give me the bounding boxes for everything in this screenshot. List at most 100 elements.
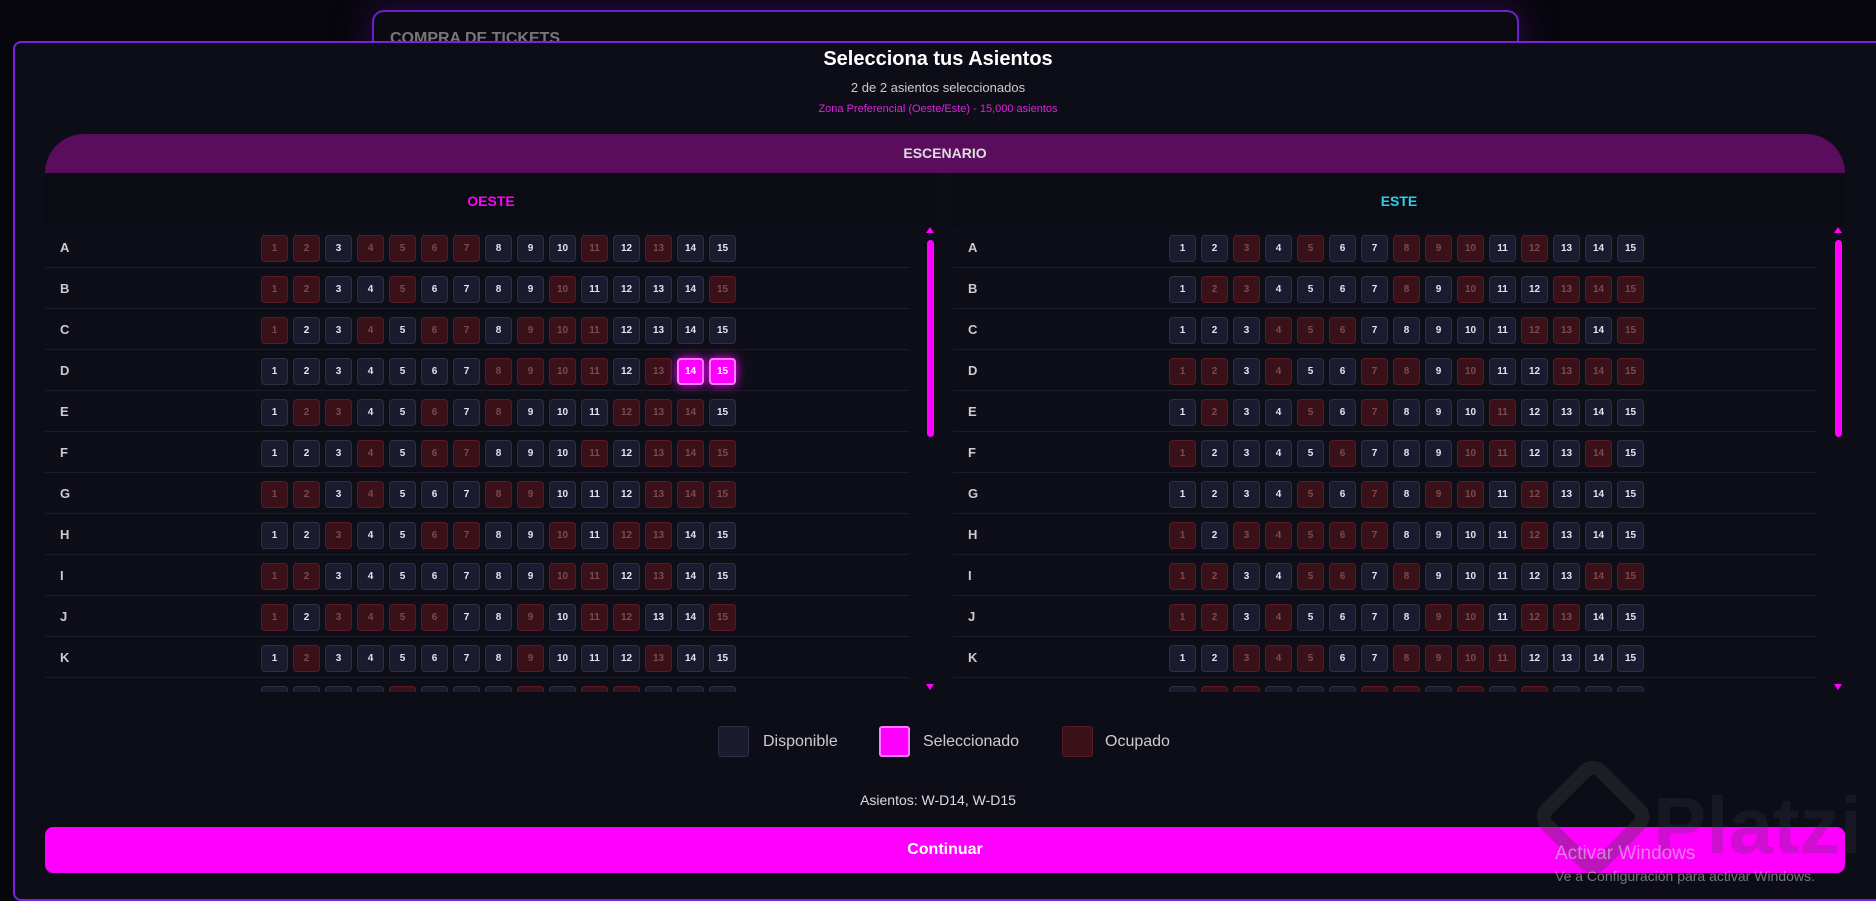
seat-west-b7-available[interactable]: 7 xyxy=(453,276,480,303)
seat-east-h9-available[interactable]: 9 xyxy=(1425,522,1452,549)
seat-west-f5-available[interactable]: 5 xyxy=(389,440,416,467)
seat-east-a4-available[interactable]: 4 xyxy=(1265,235,1292,262)
seat-east-b7-available[interactable]: 7 xyxy=(1361,276,1388,303)
seat-west-f3-available[interactable]: 3 xyxy=(325,440,352,467)
seat-east-k1-available[interactable]: 1 xyxy=(1169,645,1196,672)
scrollbar-west[interactable] xyxy=(926,225,935,692)
seat-west-f8-available[interactable]: 8 xyxy=(485,440,512,467)
seat-west-c8-available[interactable]: 8 xyxy=(485,317,512,344)
seat-west-a3-available[interactable]: 3 xyxy=(325,235,352,262)
seat-west-i14-available[interactable]: 14 xyxy=(677,563,704,590)
seat-west-l3-available[interactable]: 3 xyxy=(325,686,352,692)
seat-west-f1-available[interactable]: 1 xyxy=(261,440,288,467)
seat-east-e12-available[interactable]: 12 xyxy=(1521,399,1548,426)
seat-west-k6-available[interactable]: 6 xyxy=(421,645,448,672)
seat-west-h11-available[interactable]: 11 xyxy=(581,522,608,549)
seat-east-i7-available[interactable]: 7 xyxy=(1361,563,1388,590)
seat-west-c2-available[interactable]: 2 xyxy=(293,317,320,344)
seat-west-l13-available[interactable]: 13 xyxy=(645,686,672,692)
seat-west-e15-available[interactable]: 15 xyxy=(709,399,736,426)
seat-west-f9-available[interactable]: 9 xyxy=(517,440,544,467)
seat-west-k8-available[interactable]: 8 xyxy=(485,645,512,672)
seat-east-d6-available[interactable]: 6 xyxy=(1329,358,1356,385)
seat-west-b12-available[interactable]: 12 xyxy=(613,276,640,303)
seat-east-h13-available[interactable]: 13 xyxy=(1553,522,1580,549)
seat-east-h8-available[interactable]: 8 xyxy=(1393,522,1420,549)
seat-west-e9-available[interactable]: 9 xyxy=(517,399,544,426)
seat-west-e7-available[interactable]: 7 xyxy=(453,399,480,426)
seat-west-b8-available[interactable]: 8 xyxy=(485,276,512,303)
seat-west-k14-available[interactable]: 14 xyxy=(677,645,704,672)
seat-east-k6-available[interactable]: 6 xyxy=(1329,645,1356,672)
seat-east-i9-available[interactable]: 9 xyxy=(1425,563,1452,590)
seat-west-d12-available[interactable]: 12 xyxy=(613,358,640,385)
seat-west-k7-available[interactable]: 7 xyxy=(453,645,480,672)
seat-west-g10-available[interactable]: 10 xyxy=(549,481,576,508)
seat-west-h4-available[interactable]: 4 xyxy=(357,522,384,549)
seat-west-i15-available[interactable]: 15 xyxy=(709,563,736,590)
seat-east-j6-available[interactable]: 6 xyxy=(1329,604,1356,631)
seat-west-e11-available[interactable]: 11 xyxy=(581,399,608,426)
seat-east-i10-available[interactable]: 10 xyxy=(1457,563,1484,590)
seat-east-h11-available[interactable]: 11 xyxy=(1489,522,1516,549)
seat-east-a6-available[interactable]: 6 xyxy=(1329,235,1356,262)
seat-east-f13-available[interactable]: 13 xyxy=(1553,440,1580,467)
seat-west-i9-available[interactable]: 9 xyxy=(517,563,544,590)
seat-east-c1-available[interactable]: 1 xyxy=(1169,317,1196,344)
seat-east-l5-available[interactable]: 5 xyxy=(1297,686,1324,692)
seat-east-c8-available[interactable]: 8 xyxy=(1393,317,1420,344)
seat-west-k5-available[interactable]: 5 xyxy=(389,645,416,672)
seat-east-a7-available[interactable]: 7 xyxy=(1361,235,1388,262)
seat-west-j7-available[interactable]: 7 xyxy=(453,604,480,631)
seat-west-b14-available[interactable]: 14 xyxy=(677,276,704,303)
seat-west-d3-available[interactable]: 3 xyxy=(325,358,352,385)
seat-west-h15-available[interactable]: 15 xyxy=(709,522,736,549)
seat-west-j14-available[interactable]: 14 xyxy=(677,604,704,631)
seat-west-l4-available[interactable]: 4 xyxy=(357,686,384,692)
seat-west-h9-available[interactable]: 9 xyxy=(517,522,544,549)
seat-west-k12-available[interactable]: 12 xyxy=(613,645,640,672)
seat-west-e4-available[interactable]: 4 xyxy=(357,399,384,426)
seat-west-h1-available[interactable]: 1 xyxy=(261,522,288,549)
seat-east-f3-available[interactable]: 3 xyxy=(1233,440,1260,467)
seat-east-h10-available[interactable]: 10 xyxy=(1457,522,1484,549)
seat-west-d15-selected[interactable]: 15 xyxy=(709,358,736,385)
seat-east-e3-available[interactable]: 3 xyxy=(1233,399,1260,426)
seat-west-i6-available[interactable]: 6 xyxy=(421,563,448,590)
seat-east-a2-available[interactable]: 2 xyxy=(1201,235,1228,262)
seat-east-k15-available[interactable]: 15 xyxy=(1617,645,1644,672)
seat-west-b13-available[interactable]: 13 xyxy=(645,276,672,303)
seat-east-b5-available[interactable]: 5 xyxy=(1297,276,1324,303)
seat-west-d7-available[interactable]: 7 xyxy=(453,358,480,385)
seat-east-l6-available[interactable]: 6 xyxy=(1329,686,1356,692)
seat-east-c14-available[interactable]: 14 xyxy=(1585,317,1612,344)
seat-east-j8-available[interactable]: 8 xyxy=(1393,604,1420,631)
scrollbar-thumb[interactable] xyxy=(1835,240,1842,437)
seat-west-l15-available[interactable]: 15 xyxy=(709,686,736,692)
seat-east-e4-available[interactable]: 4 xyxy=(1265,399,1292,426)
seat-east-e6-available[interactable]: 6 xyxy=(1329,399,1356,426)
seat-west-k10-available[interactable]: 10 xyxy=(549,645,576,672)
seat-east-c11-available[interactable]: 11 xyxy=(1489,317,1516,344)
seat-east-f2-available[interactable]: 2 xyxy=(1201,440,1228,467)
seat-east-c3-available[interactable]: 3 xyxy=(1233,317,1260,344)
seat-west-k15-available[interactable]: 15 xyxy=(709,645,736,672)
seat-west-d2-available[interactable]: 2 xyxy=(293,358,320,385)
seat-west-k11-available[interactable]: 11 xyxy=(581,645,608,672)
seat-east-a1-available[interactable]: 1 xyxy=(1169,235,1196,262)
seat-west-d5-available[interactable]: 5 xyxy=(389,358,416,385)
seat-east-l15-available[interactable]: 15 xyxy=(1617,686,1644,692)
seat-west-l2-available[interactable]: 2 xyxy=(293,686,320,692)
seat-west-e1-available[interactable]: 1 xyxy=(261,399,288,426)
seat-west-l6-available[interactable]: 6 xyxy=(421,686,448,692)
seat-west-l14-available[interactable]: 14 xyxy=(677,686,704,692)
seat-east-h2-available[interactable]: 2 xyxy=(1201,522,1228,549)
seat-east-d3-available[interactable]: 3 xyxy=(1233,358,1260,385)
seat-west-a8-available[interactable]: 8 xyxy=(485,235,512,262)
scroll-up-arrow-icon[interactable] xyxy=(1834,227,1842,233)
seat-west-k4-available[interactable]: 4 xyxy=(357,645,384,672)
seat-west-g5-available[interactable]: 5 xyxy=(389,481,416,508)
seat-west-d14-selected[interactable]: 14 xyxy=(677,358,704,385)
seat-west-j13-available[interactable]: 13 xyxy=(645,604,672,631)
scroll-down-arrow-icon[interactable] xyxy=(926,684,934,690)
